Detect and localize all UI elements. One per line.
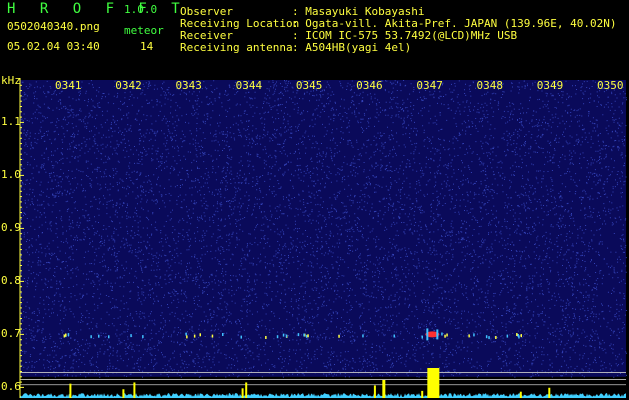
power-peak [519,391,522,398]
time-tick-label: 0348 [476,79,504,92]
meteor-echo [520,334,522,338]
meteor-echo [506,334,509,338]
power-peak [133,382,136,398]
meteor-echo [516,333,518,336]
time-tick-label: 0347 [416,79,443,92]
power-peak [373,385,376,398]
meteor-echo [282,333,285,337]
time-tick-label: 0341 [55,79,82,92]
meteor-echo [130,334,132,338]
power-peak [245,382,248,398]
meteor-echo [65,333,67,337]
meteor-echo [185,332,187,336]
time-tick-label: 0349 [536,79,564,92]
meteor-echo [473,333,475,337]
meteor-echo [518,335,520,339]
meteor-echo [393,334,395,338]
power-peak-strong [427,368,440,398]
spectrogram [19,78,627,398]
freq-tick-label: 0.6 [1,380,21,394]
meteor-echo [362,334,364,338]
meteor-echo [90,335,92,339]
power-peak [421,390,424,398]
meteor-echo [421,335,423,339]
freq-tick-label: 1.0 [1,168,21,182]
meteor-echo [193,334,196,338]
meteor-echo [240,335,242,339]
meteor-echo [98,334,100,338]
freq-tick-label: 0.7 [1,327,21,341]
meteor-echo [488,336,490,340]
y-axis-unit: kHz [1,74,21,87]
meteor-echo [222,333,224,336]
meteor-echo [186,335,188,339]
time-tick-label: 0344 [235,79,263,92]
meteor-echo [199,333,201,337]
freq-tick-label: 0.8 [1,274,21,288]
meteor-echo [67,333,70,337]
power-peak [382,380,386,398]
meteor-echo [305,334,308,338]
meteor-echo [285,334,288,338]
meteor-echo [307,334,309,338]
meteor-echo [276,335,279,339]
meteor-echo [338,334,340,338]
meteor-echo [265,336,267,339]
meteor-echo [108,335,110,339]
meteor-echo [446,333,448,337]
meteor-echo [303,333,305,337]
meteor-echo [211,334,214,338]
meteor-echo [297,333,300,337]
time-tick-label: 0350 [597,79,624,92]
time-tick-label: 0343 [175,79,202,92]
power-profile [20,393,626,398]
time-tick-label: 0345 [295,79,323,92]
power-peak [69,383,72,398]
power-peak [241,388,244,398]
freq-tick-label: 1.1 [1,115,21,129]
meteor-echo [485,335,488,339]
meteor-echo [142,335,144,339]
meteor-echo [436,329,439,340]
power-peak [548,387,551,398]
time-tick-label: 0346 [356,79,383,92]
meteor-echo [63,334,66,338]
meteor-echo [441,332,443,336]
freq-tick-label: 0.9 [1,221,21,235]
time-tick-label: 0342 [115,79,142,92]
power-peak [122,389,125,398]
meteor-echo [426,328,429,341]
meteor-echo [495,336,497,339]
meteor-echo [468,334,470,338]
meteor-echo [444,334,446,338]
